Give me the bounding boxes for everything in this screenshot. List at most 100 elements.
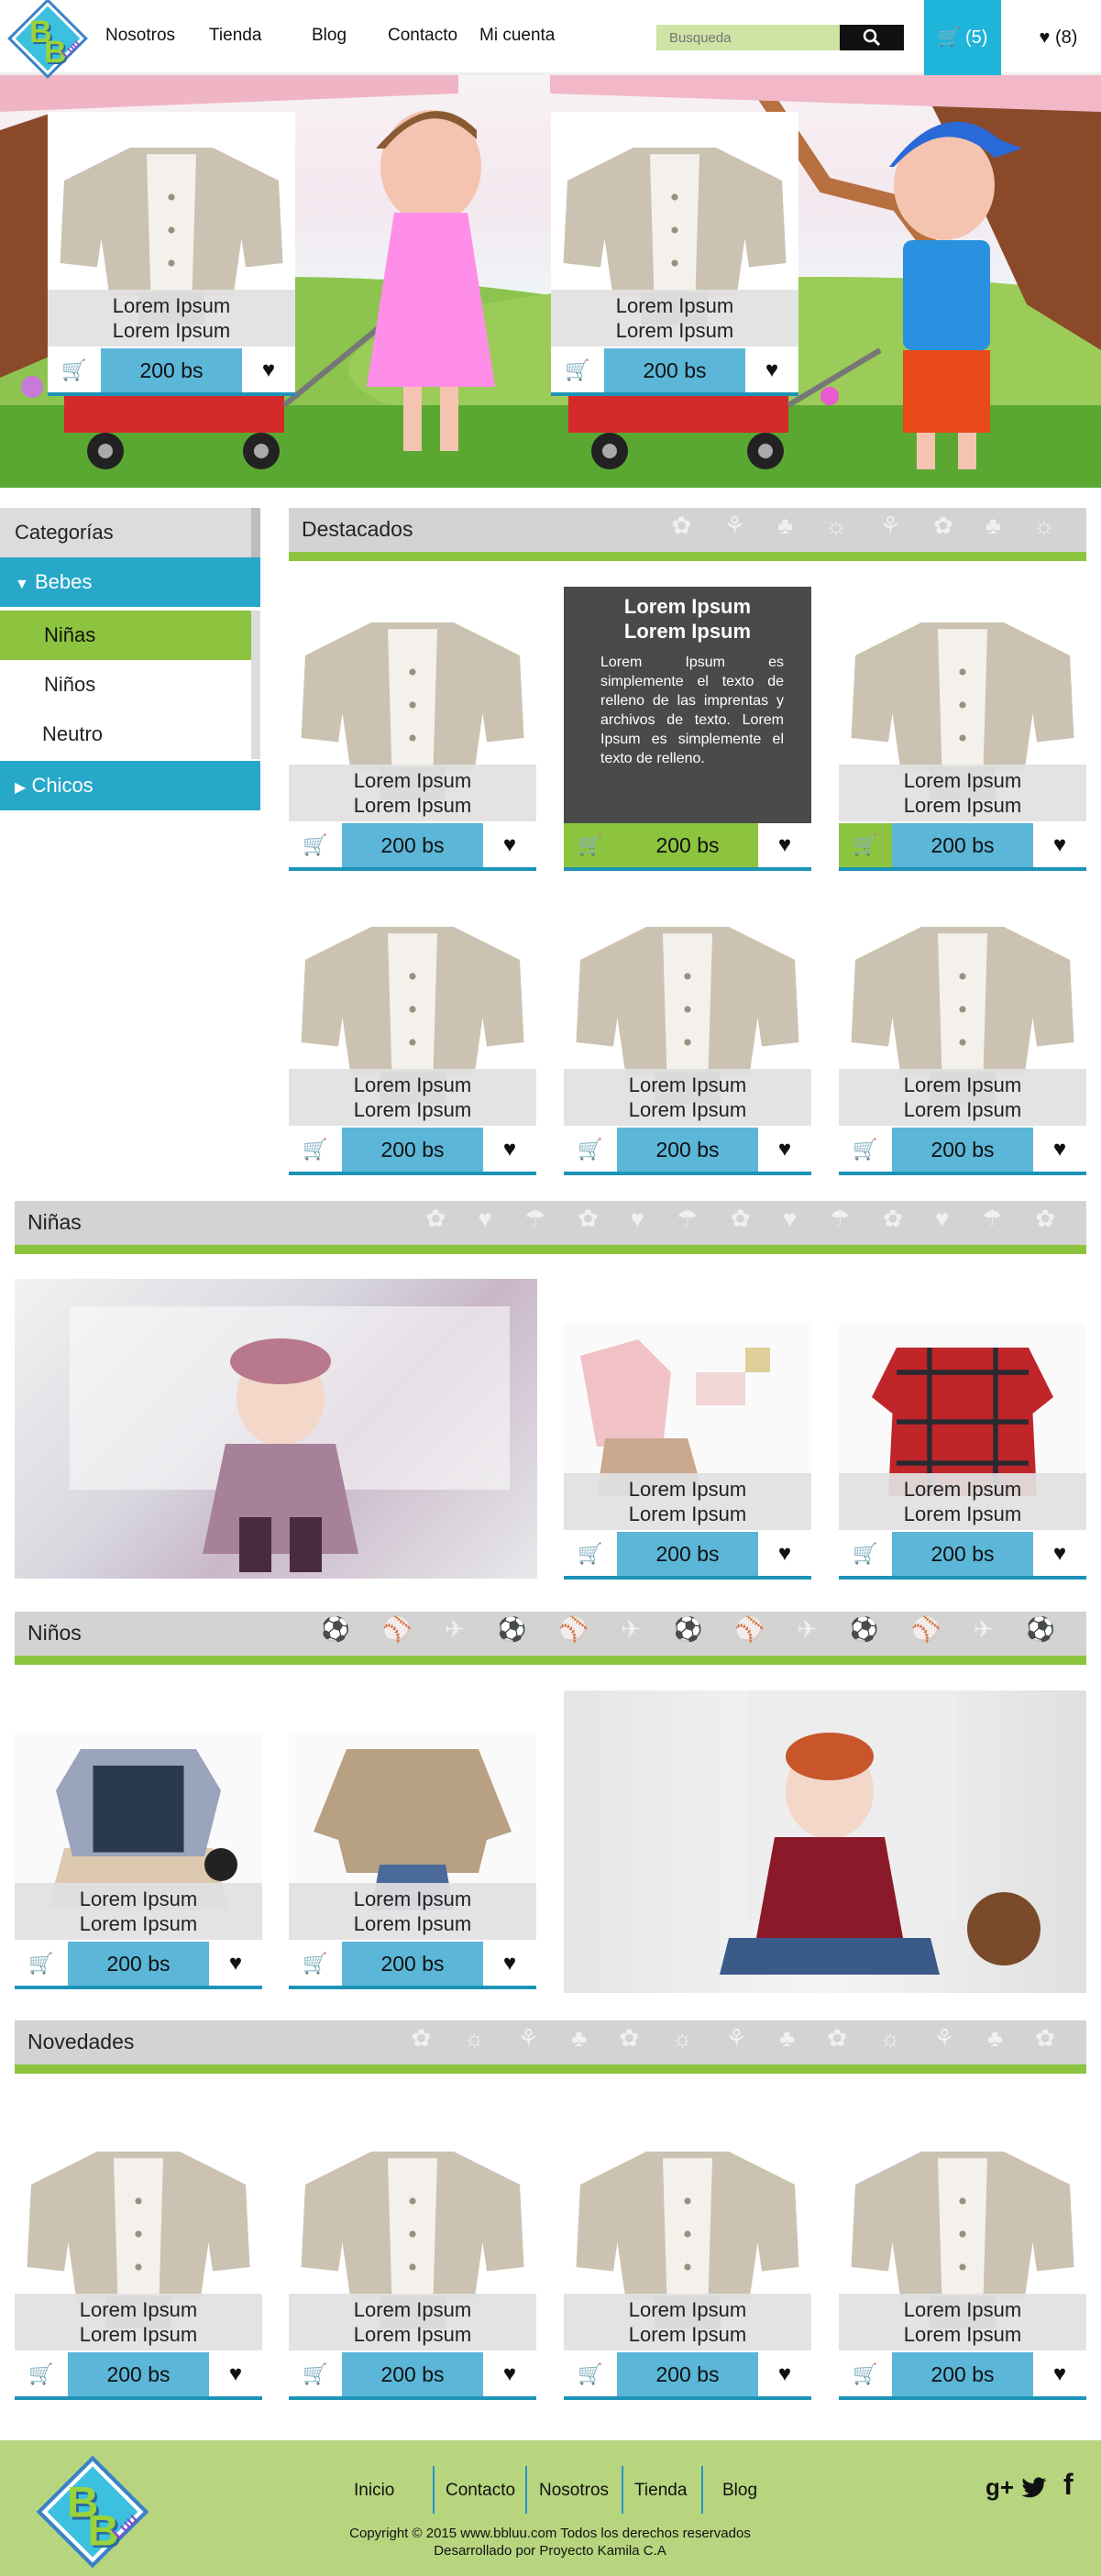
favorite-button[interactable]: ♥ <box>209 1942 262 1986</box>
ninas-feature-photo[interactable] <box>15 1279 537 1579</box>
product-price: 200 bs <box>617 2352 758 2396</box>
cart-icon: 🛒 <box>303 2362 328 2385</box>
cart-icon: 🛒 <box>61 358 87 381</box>
add-to-cart-button[interactable]: 🛒 <box>839 1128 892 1172</box>
product-card[interactable]: Lorem Ipsum Lorem Ipsum 🛒 200 bs ♥ <box>564 891 811 1175</box>
categories-sidebar: Categorías ▼ Bebes Niñas Niños Neutro ▶ … <box>0 508 260 810</box>
logo[interactable]: B B Luu <box>11 2 84 75</box>
nav-blog[interactable]: Blog <box>312 26 347 46</box>
add-to-cart-button[interactable]: 🛒 <box>839 2352 892 2396</box>
add-to-cart-button[interactable]: 🛒 <box>564 1128 617 1172</box>
footer-nav-blog[interactable]: Blog <box>722 2481 757 2501</box>
add-to-cart-button[interactable]: 🛒 <box>564 2352 617 2396</box>
footer-separator <box>701 2466 703 2514</box>
section-title: Destacados <box>302 517 413 541</box>
favorite-button[interactable]: ♥ <box>758 823 811 867</box>
product-card[interactable]: Lorem Ipsum Lorem Ipsum 🛒 200 bs ♥ <box>839 891 1086 1175</box>
product-card[interactable]: Lorem Ipsum Lorem Ipsum 🛒 200 bs ♥ <box>289 2116 536 2400</box>
search-input[interactable] <box>656 25 840 50</box>
favorite-button[interactable]: ♥ <box>1033 1128 1086 1172</box>
product-action-bar: 🛒 200 bs ♥ <box>289 1128 536 1175</box>
cart-icon: 🛒 <box>853 833 878 856</box>
product-card[interactable]: Lorem Ipsum Lorem Ipsum 🛒 200 bs ♥ <box>289 587 536 871</box>
product-action-bar: 🛒 200 bs ♥ <box>564 1532 811 1580</box>
favorite-button[interactable]: ♥ <box>758 1532 811 1576</box>
overlay-title-2: Lorem Ipsum <box>623 620 752 643</box>
product-action-bar: 🛒 200 bs ♥ <box>564 1128 811 1175</box>
favorite-button[interactable]: ♥ <box>758 2352 811 2396</box>
footer-nav-nosotros[interactable]: Nosotros <box>539 2481 609 2501</box>
product-card[interactable]: Lorem Ipsum Lorem Ipsum 🛒 200 bs ♥ <box>48 112 295 396</box>
favorite-button[interactable]: ♥ <box>483 1942 536 1986</box>
category-bebes[interactable]: ▼ Bebes <box>0 557 260 607</box>
nav-nosotros[interactable]: Nosotros <box>105 26 175 46</box>
add-to-cart-button[interactable]: 🛒 <box>289 2352 342 2396</box>
favorite-button[interactable]: ♥ <box>1033 823 1086 867</box>
nav-tienda[interactable]: Tienda <box>209 26 261 46</box>
product-card[interactable]: Lorem Ipsum Lorem Ipsum 🛒 200 bs ♥ <box>564 1295 811 1580</box>
category-ninos[interactable]: Niños <box>0 660 260 710</box>
favorite-button[interactable]: ♥ <box>745 348 798 392</box>
favorite-button[interactable]: ♥ <box>1033 1532 1086 1576</box>
heart-icon: ♥ <box>502 2361 517 2386</box>
favorite-button[interactable]: ♥ <box>483 823 536 867</box>
twitter-icon[interactable] <box>1021 2477 1047 2499</box>
section-title: Niñas <box>28 1210 82 1234</box>
product-card[interactable]: Lorem Ipsum Lorem Ipsum 🛒 200 bs ♥ <box>15 2116 262 2400</box>
product-action-bar: 🛒 200 bs ♥ <box>839 823 1086 871</box>
header-favorites-button[interactable]: ♥ (8) <box>1016 0 1101 75</box>
product-name-line-1: Lorem Ipsum <box>79 1888 198 1910</box>
product-card[interactable]: Lorem Ipsum Lorem Ipsum 🛒 200 bs ♥ <box>839 1295 1086 1580</box>
product-name: Lorem Ipsum Lorem Ipsum <box>551 290 798 347</box>
googleplus-icon[interactable]: g+ <box>985 2473 1014 2502</box>
product-name-line-2: Lorem Ipsum <box>628 2323 747 2346</box>
footer-nav-tienda[interactable]: Tienda <box>634 2481 687 2501</box>
add-to-cart-button[interactable]: 🛒 <box>839 823 892 867</box>
product-name-line-1: Lorem Ipsum <box>628 1478 747 1501</box>
favorite-button[interactable]: ♥ <box>758 1128 811 1172</box>
search-button[interactable] <box>840 25 904 50</box>
product-card[interactable]: Lorem Ipsum Lorem Ipsum 🛒 200 bs ♥ <box>289 891 536 1175</box>
product-price: 200 bs <box>68 2352 209 2396</box>
add-to-cart-button[interactable]: 🛒 <box>48 348 101 392</box>
product-name-line-2: Lorem Ipsum <box>903 1503 1022 1525</box>
footer-nav-contacto[interactable]: Contacto <box>446 2481 515 2501</box>
add-to-cart-button[interactable]: 🛒 <box>289 1942 342 1986</box>
product-card[interactable]: Lorem Ipsum Lorem Ipsum 🛒 200 bs ♥ <box>839 587 1086 871</box>
add-to-cart-button[interactable]: 🛒 <box>289 823 342 867</box>
girl-photo-illustration <box>70 1306 510 1572</box>
product-action-bar: 🛒 200 bs ♥ <box>15 1942 262 1989</box>
category-neutro[interactable]: Neutro <box>0 710 260 759</box>
favorite-button[interactable]: ♥ <box>483 2352 536 2396</box>
section-title: Novedades <box>28 2030 135 2053</box>
cart-icon: 🛒 <box>578 2362 603 2385</box>
footer-nav-inicio[interactable]: Inicio <box>354 2481 394 2501</box>
facebook-icon[interactable]: f <box>1063 2468 1073 2502</box>
pattern-decoration: ✿ ⚘ ♣ ☼ ⚘ ✿ ♣ ☼ <box>671 512 1068 539</box>
add-to-cart-button[interactable]: 🛒 <box>564 823 617 867</box>
header-cart-button[interactable]: 🛒 (5) <box>924 0 1001 75</box>
featured-overlay-card[interactable]: Lorem Ipsum Lorem Ipsum Lorem Ipsum es s… <box>564 587 811 823</box>
add-to-cart-button[interactable]: 🛒 <box>551 348 604 392</box>
add-to-cart-button[interactable]: 🛒 <box>15 2352 68 2396</box>
category-chicos[interactable]: ▶ Chicos <box>0 761 260 810</box>
product-name-line-2: Lorem Ipsum <box>79 1912 198 1935</box>
footer-logo[interactable]: B B Luu <box>41 2460 144 2563</box>
favorite-button[interactable]: ♥ <box>1033 2352 1086 2396</box>
favorite-button[interactable]: ♥ <box>242 348 295 392</box>
favorite-button[interactable]: ♥ <box>483 1128 536 1172</box>
category-ninas[interactable]: Niñas <box>0 611 260 660</box>
favorite-button[interactable]: ♥ <box>209 2352 262 2396</box>
product-card[interactable]: Lorem Ipsum Lorem Ipsum 🛒 200 bs ♥ <box>551 112 798 396</box>
product-card[interactable]: Lorem Ipsum Lorem Ipsum 🛒 200 bs ♥ <box>15 1705 262 1989</box>
add-to-cart-button[interactable]: 🛒 <box>564 1532 617 1576</box>
nav-contacto[interactable]: Contacto <box>388 26 457 46</box>
add-to-cart-button[interactable]: 🛒 <box>15 1942 68 1986</box>
nav-mi-cuenta[interactable]: Mi cuenta <box>479 26 555 46</box>
product-card[interactable]: Lorem Ipsum Lorem Ipsum 🛒 200 bs ♥ <box>564 2116 811 2400</box>
add-to-cart-button[interactable]: 🛒 <box>839 1532 892 1576</box>
product-card[interactable]: Lorem Ipsum Lorem Ipsum 🛒 200 bs ♥ <box>839 2116 1086 2400</box>
add-to-cart-button[interactable]: 🛒 <box>289 1128 342 1172</box>
product-card[interactable]: Lorem Ipsum Lorem Ipsum 🛒 200 bs ♥ <box>289 1705 536 1989</box>
ninos-feature-photo[interactable] <box>564 1690 1086 1993</box>
